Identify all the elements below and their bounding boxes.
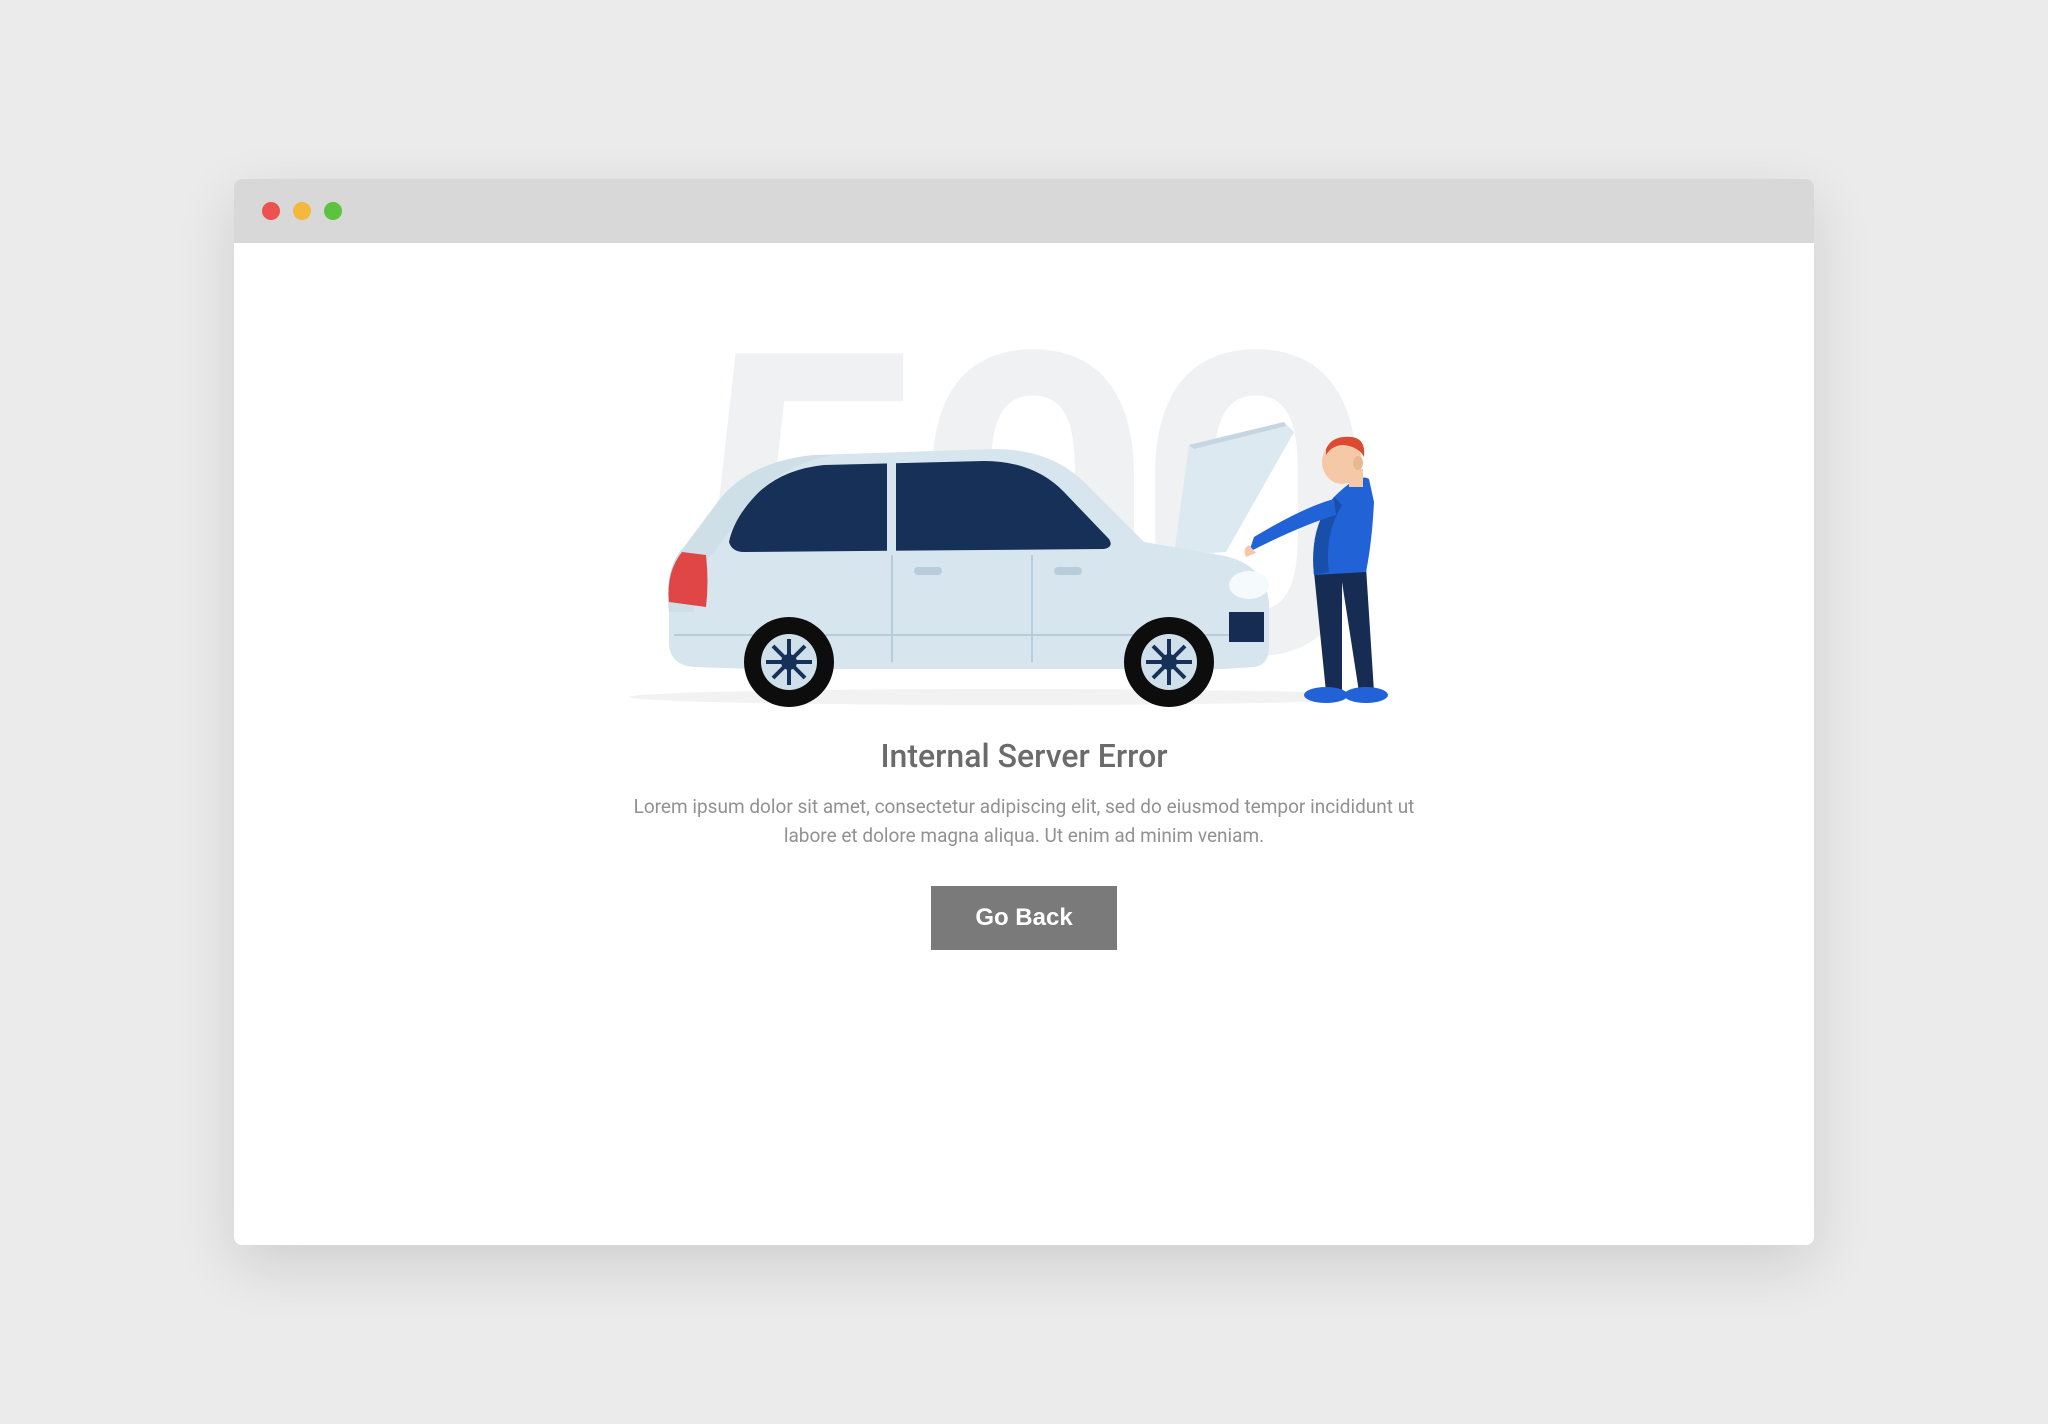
error-title: Internal Server Error: [880, 737, 1167, 775]
go-back-button[interactable]: Go Back: [931, 886, 1116, 950]
window-titlebar: [234, 179, 1814, 243]
close-window-button[interactable]: [262, 202, 280, 220]
car-breakdown-illustration: [614, 407, 1434, 707]
page-content: 500: [234, 243, 1814, 1245]
browser-window: 500: [234, 179, 1814, 1245]
minimize-window-button[interactable]: [293, 202, 311, 220]
error-description: Lorem ipsum dolor sit amet, consectetur …: [624, 793, 1424, 850]
maximize-window-button[interactable]: [324, 202, 342, 220]
